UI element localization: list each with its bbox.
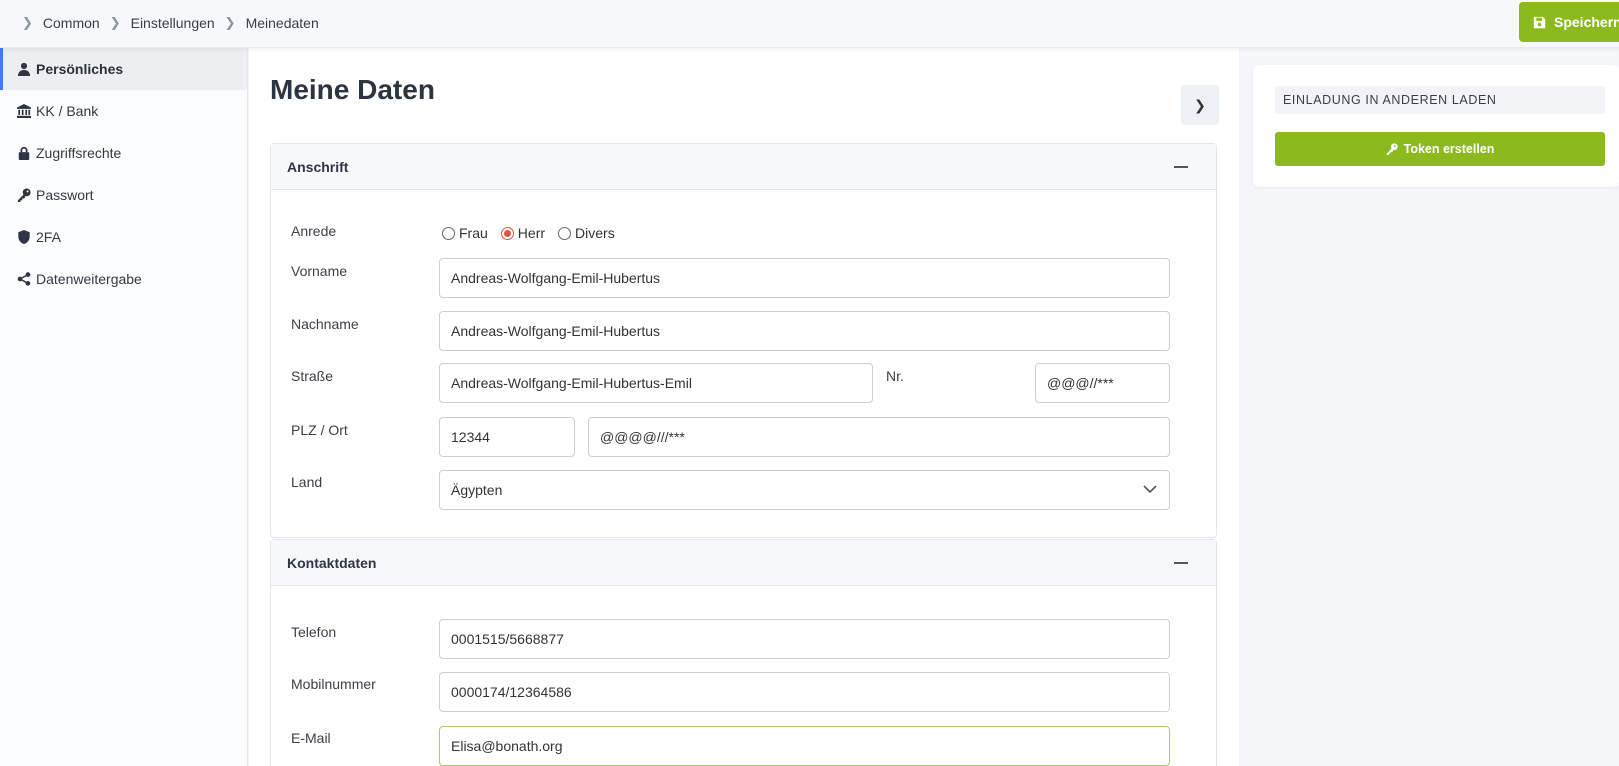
breadcrumb-item-common[interactable]: Common: [43, 15, 100, 31]
country-select[interactable]: Ägypten: [439, 470, 1170, 510]
sidebar-item-label: Persönliches: [36, 61, 124, 77]
number-label: Nr.: [886, 368, 904, 384]
chevron-down-icon: [1143, 485, 1157, 494]
shield-icon: [18, 230, 30, 244]
lastname-field[interactable]: Andreas-Wolfgang-Emil-Hubertus: [439, 311, 1170, 351]
salutation-radio-group: Frau Herr Divers: [442, 225, 628, 241]
radio-divers[interactable]: Divers: [558, 225, 615, 241]
lastname-label: Nachname: [291, 316, 359, 332]
email-field[interactable]: Elisa@bonath.org: [439, 726, 1170, 766]
collapse-icon[interactable]: [1174, 562, 1188, 564]
firstname-field[interactable]: Andreas-Wolfgang-Emil-Hubertus: [439, 258, 1170, 298]
radio-label: Divers: [575, 225, 615, 241]
mobile-field[interactable]: 0000174/12364586: [439, 672, 1170, 712]
contact-panel-title: Kontaktdaten: [287, 554, 377, 571]
bank-icon: [17, 104, 31, 118]
page-title: Meine Daten: [270, 74, 435, 105]
contact-panel: Kontaktdaten Telefon 0001515/5668877 Mob…: [270, 539, 1217, 766]
zip-field[interactable]: 12344: [439, 417, 575, 457]
breadcrumb-item-einstellungen[interactable]: Einstellungen: [131, 15, 215, 31]
chevron-right-icon: ❯: [1194, 96, 1206, 113]
street-label: Straße: [291, 368, 334, 384]
create-token-button[interactable]: Token erstellen: [1275, 132, 1605, 166]
share-icon: [17, 272, 31, 286]
sidebar-item-label: 2FA: [36, 229, 61, 245]
sidebar-item-label: KK / Bank: [36, 103, 99, 119]
city-field[interactable]: @@@@///***: [588, 417, 1170, 457]
sidebar-item-datenweitergabe[interactable]: Datenweitergabe: [0, 258, 247, 300]
expand-panel-button[interactable]: ❯: [1181, 85, 1219, 125]
save-icon: [1533, 16, 1546, 28]
sidebar-item-kk-bank[interactable]: KK / Bank: [0, 90, 247, 132]
sidebar: Persönliches KK / Bank Zugriffsrechte Pa…: [0, 48, 248, 766]
email-label: E-Mail: [291, 730, 331, 746]
zip-city-label: PLZ / Ort: [291, 422, 348, 438]
lock-icon: [18, 146, 30, 160]
radio-label: Herr: [517, 225, 546, 241]
number-field[interactable]: @@@//***: [1035, 363, 1170, 403]
breadcrumb-item-meinedaten[interactable]: Meinedaten: [246, 15, 319, 31]
sidebar-item-label: Datenweitergabe: [36, 271, 142, 287]
user-icon: [17, 62, 31, 76]
chevron-right-icon: ❯: [109, 15, 121, 30]
sidebar-item-passwort[interactable]: Passwort: [0, 174, 247, 216]
radio-frau[interactable]: Frau: [442, 225, 488, 241]
street-field[interactable]: Andreas-Wolfgang-Emil-Hubertus-Emil: [439, 363, 873, 403]
save-button-label: Speichern: [1554, 14, 1619, 30]
radio-circle[interactable]: [558, 226, 572, 240]
key-icon: [17, 188, 31, 202]
chevron-right-icon: ❯: [224, 15, 236, 30]
address-panel: Anschrift Anrede Frau Herr Divers Vornam…: [270, 143, 1217, 538]
breadcrumb: ❯ Common ❯ Einstellungen ❯ Meinedaten: [22, 0, 329, 46]
invite-panel: EINLADUNG IN ANDEREN LADEN Token erstell…: [1253, 65, 1619, 187]
radio-herr[interactable]: Herr: [500, 225, 546, 241]
contact-panel-header[interactable]: Kontaktdaten: [271, 540, 1216, 586]
mobile-label: Mobilnummer: [291, 676, 376, 692]
sidebar-item-2fa[interactable]: 2FA: [0, 216, 247, 258]
firstname-label: Vorname: [291, 263, 348, 279]
sidebar-item-persoenliches[interactable]: Persönliches: [0, 48, 247, 90]
save-button[interactable]: Speichern: [1519, 2, 1619, 42]
key-icon: [1386, 143, 1398, 155]
chevron-right-icon: ❯: [22, 15, 33, 30]
radio-circle[interactable]: [442, 226, 455, 240]
country-select-value: Ägypten: [451, 482, 503, 498]
country-label: Land: [291, 474, 323, 490]
sidebar-item-label: Zugriffsrechte: [36, 145, 122, 161]
radio-label: Frau: [459, 225, 488, 241]
radio-circle-checked[interactable]: [500, 226, 514, 240]
top-bar: ❯ Common ❯ Einstellungen ❯ Meinedaten Sp…: [0, 0, 1619, 48]
main-content: Meine Daten ❯ Anschrift Anrede Frau Herr…: [249, 48, 1239, 766]
phone-label: Telefon: [291, 624, 337, 640]
sidebar-item-label: Passwort: [36, 187, 94, 203]
salutation-label: Anrede: [291, 223, 337, 239]
sidebar-item-zugriffsrechte[interactable]: Zugriffsrechte: [0, 132, 247, 174]
phone-field[interactable]: 0001515/5668877: [439, 619, 1170, 659]
create-token-button-label: Token erstellen: [1403, 142, 1495, 156]
invite-heading: EINLADUNG IN ANDEREN LADEN: [1275, 86, 1605, 114]
